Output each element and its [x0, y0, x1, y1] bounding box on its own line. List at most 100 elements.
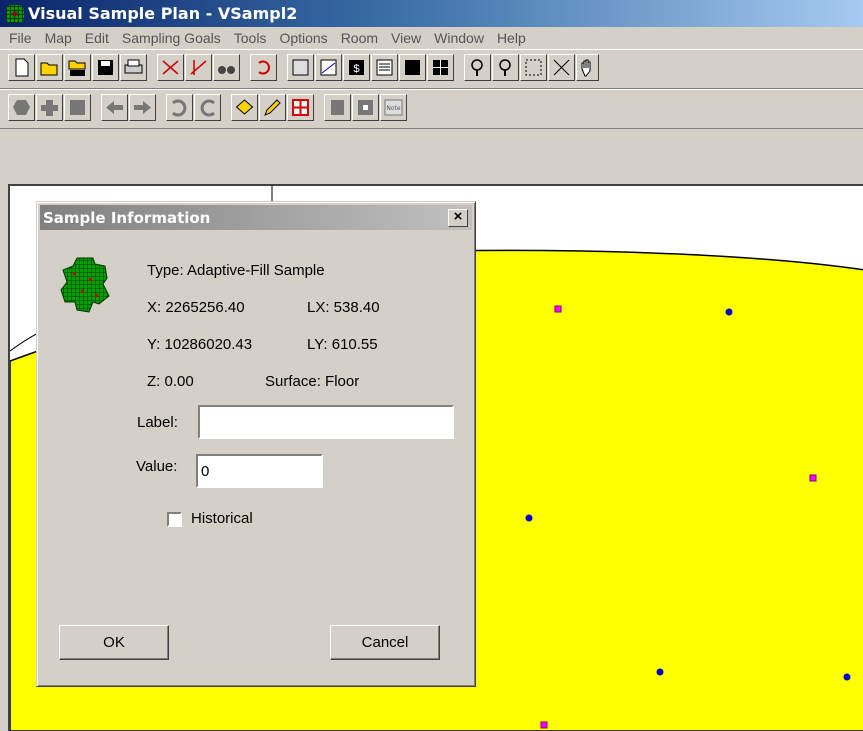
open-button[interactable]	[36, 54, 63, 81]
menu-bar: File Map Edit Sampling Goals Tools Optio…	[0, 27, 863, 49]
menu-options[interactable]: Options	[279, 30, 327, 46]
surface-text: Surface: Floor	[265, 373, 360, 390]
note-button[interactable]: Note	[380, 94, 407, 121]
sample-marker-blue	[656, 668, 664, 676]
binoculars-icon	[218, 66, 235, 74]
adaptive-fill-sample-icon	[60, 257, 110, 313]
historical-label: Historical	[191, 510, 253, 527]
zoom-fit-button[interactable]	[520, 54, 547, 81]
move-right-button[interactable]	[129, 94, 156, 121]
save-button[interactable]	[92, 54, 119, 81]
report-icon	[376, 59, 393, 76]
ok-button[interactable]: OK	[59, 625, 169, 660]
pencil-icon	[264, 99, 281, 116]
svg-text:$: $	[353, 63, 359, 75]
zoom-in-button[interactable]	[464, 54, 491, 81]
report-button[interactable]	[371, 54, 398, 81]
label-caption: Label:	[137, 414, 178, 431]
floor-icon	[41, 100, 58, 116]
layers-button[interactable]	[231, 94, 258, 121]
sample-marker-pink	[554, 305, 562, 313]
rotate-right-icon	[200, 99, 216, 117]
sample-marker-blue	[525, 514, 533, 522]
value-input[interactable]	[196, 454, 323, 488]
rotate-right-button[interactable]	[194, 94, 221, 121]
menu-sampling-goals[interactable]: Sampling Goals	[122, 30, 221, 46]
label-input[interactable]	[198, 405, 454, 439]
coordinates-icon	[405, 60, 420, 75]
menu-view[interactable]: View	[391, 30, 421, 46]
cancel-button[interactable]: Cancel	[330, 625, 440, 660]
menu-edit[interactable]: Edit	[85, 30, 109, 46]
main-toolbar: $	[0, 49, 863, 89]
note-label: Note	[386, 105, 401, 112]
floor-button[interactable]	[36, 94, 63, 121]
sample-marker-blue	[725, 308, 733, 316]
dialog-title: Sample Information	[43, 208, 211, 227]
z-coordinate-text: Z: 0.00	[147, 373, 194, 390]
menu-room[interactable]: Room	[341, 30, 378, 46]
open-map-icon	[68, 60, 86, 76]
move-center-button[interactable]	[287, 94, 314, 121]
open-folder-icon	[40, 62, 58, 76]
delete-line-icon	[190, 60, 207, 75]
window-title-bar: Visual Sample Plan - VSampl2	[0, 0, 863, 27]
ok-label: OK	[103, 634, 125, 651]
graph-view-button[interactable]	[315, 54, 342, 81]
wall-button[interactable]	[64, 94, 91, 121]
menu-file[interactable]: File	[9, 30, 32, 46]
menu-tools[interactable]: Tools	[234, 30, 267, 46]
split-view-icon	[433, 60, 448, 75]
pencil-button[interactable]	[259, 94, 286, 121]
pan-button[interactable]	[576, 54, 599, 81]
graph-view-icon	[320, 59, 337, 76]
page-icon	[331, 100, 344, 115]
dialog-title-bar: Sample Information ×	[40, 205, 472, 230]
box-button[interactable]	[352, 94, 379, 121]
box-icon	[358, 100, 373, 115]
historical-checkbox[interactable]	[167, 512, 182, 527]
add-line-icon	[162, 60, 179, 75]
ly-coordinate-text: LY: 610.55	[307, 336, 378, 353]
cost-button[interactable]: $	[343, 54, 370, 81]
print-button[interactable]	[120, 54, 147, 81]
polygon-button[interactable]	[8, 94, 35, 121]
note-icon: Note	[384, 99, 403, 116]
sample-type-text: Type: Adaptive-Fill Sample	[147, 262, 325, 279]
zoom-extents-icon	[553, 59, 570, 76]
new-file-button[interactable]	[8, 54, 35, 81]
add-line-button[interactable]	[157, 54, 184, 81]
lx-coordinate-text: LX: 538.40	[307, 299, 380, 316]
sample-marker-pink	[540, 721, 548, 729]
rotate-left-icon	[171, 99, 187, 117]
sample-information-dialog: Sample Information × Type: Adaptive-Fill…	[36, 201, 476, 687]
polygon-icon	[13, 100, 30, 115]
value-caption: Value:	[136, 458, 178, 475]
undo-icon	[258, 60, 270, 75]
menu-window[interactable]: Window	[434, 30, 484, 46]
grid-map-icon	[6, 4, 24, 23]
undo-button[interactable]	[250, 54, 277, 81]
page-button[interactable]	[324, 94, 351, 121]
open-map-button[interactable]	[64, 54, 91, 81]
map-view-button[interactable]	[287, 54, 314, 81]
coordinates-button[interactable]	[399, 54, 426, 81]
save-icon	[98, 60, 113, 75]
delete-line-button[interactable]	[185, 54, 212, 81]
binoculars-button[interactable]	[213, 54, 240, 81]
dialog-close-button[interactable]: ×	[448, 209, 468, 227]
zoom-extents-button[interactable]	[548, 54, 575, 81]
menu-help[interactable]: Help	[497, 30, 526, 46]
print-icon	[124, 59, 143, 74]
x-coordinate-text: X: 2265256.40	[147, 299, 245, 316]
move-center-icon	[292, 99, 309, 116]
zoom-fit-icon	[525, 59, 542, 76]
zoom-out-button[interactable]	[492, 54, 519, 81]
split-view-button[interactable]	[427, 54, 454, 81]
move-left-icon	[106, 101, 123, 114]
menu-map[interactable]: Map	[45, 30, 72, 46]
zoom-out-icon	[499, 59, 511, 76]
move-left-button[interactable]	[101, 94, 128, 121]
rotate-left-button[interactable]	[166, 94, 193, 121]
pan-icon	[581, 59, 591, 77]
